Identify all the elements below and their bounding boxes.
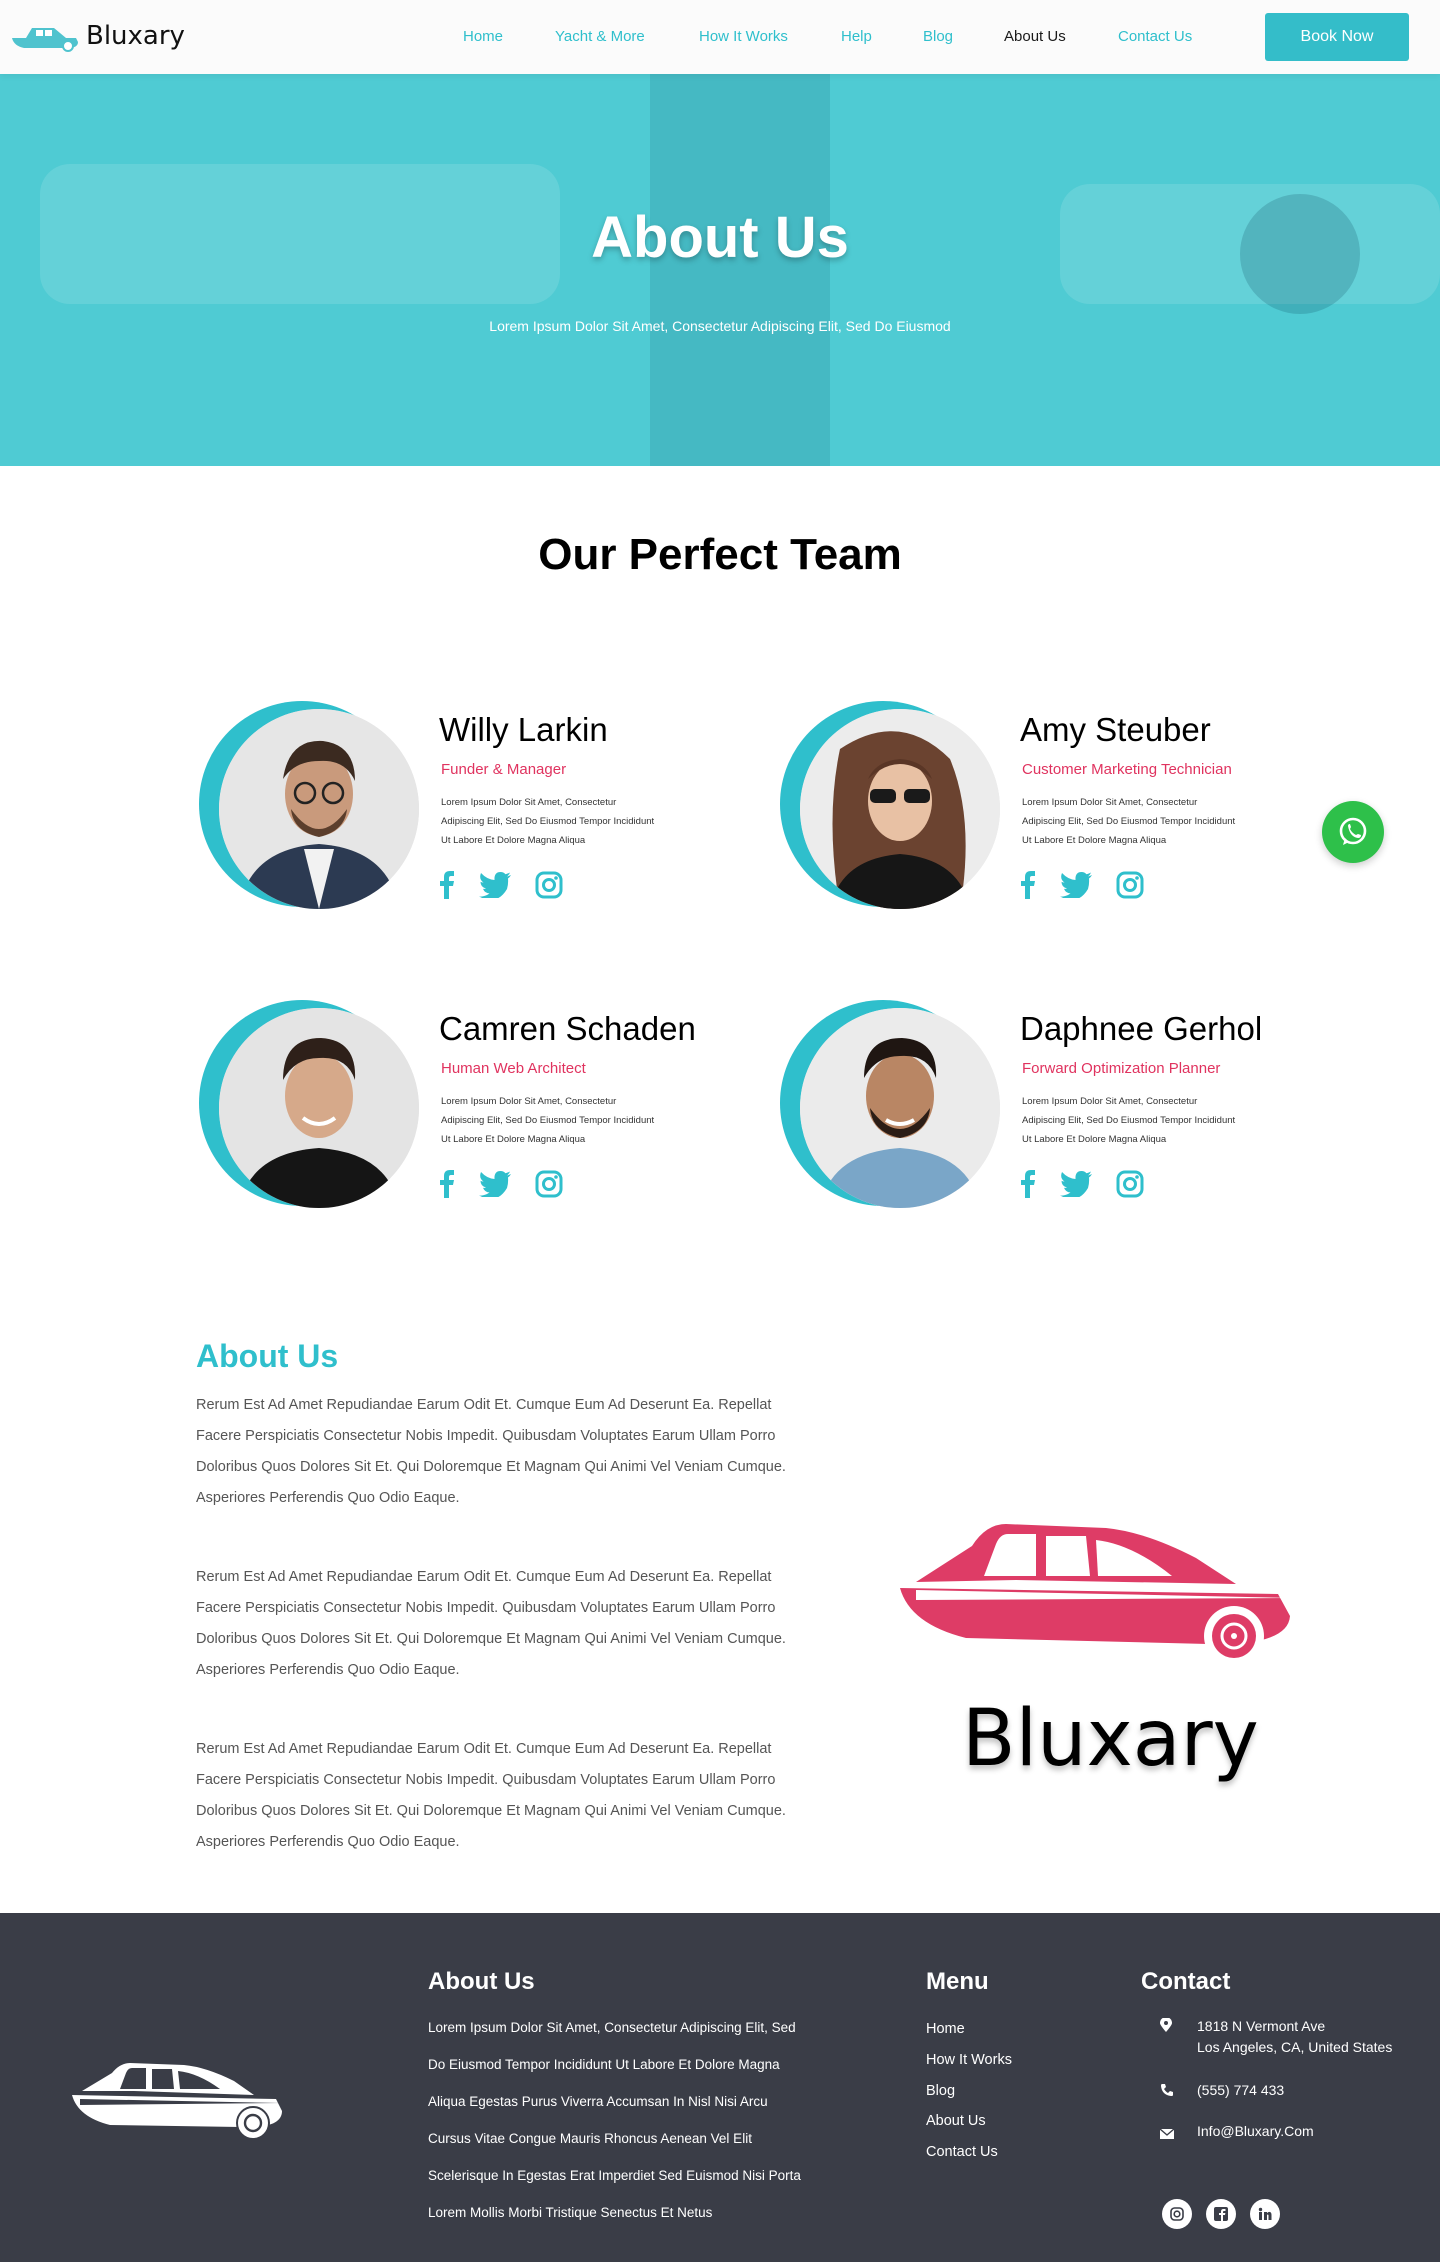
mail-icon (1159, 2126, 1175, 2144)
member-name: Daphnee Gerhol (1020, 1010, 1263, 1047)
instagram-icon[interactable] (535, 871, 563, 904)
location-pin-icon (1160, 2017, 1172, 2037)
member-social (439, 1170, 563, 1203)
nav-links: Home Yacht & More How It Works Help Blog… (0, 0, 1440, 74)
footer: About Us Lorem Ipsum Dolor Sit Amet, Con… (0, 1913, 1440, 2262)
nav-how-it-works[interactable]: How It Works (699, 28, 788, 45)
footer-address-line2: Los Angeles, CA, United States (1197, 2039, 1393, 2055)
top-navbar: Bluxary Home Yacht & More How It Works H… (0, 0, 1440, 74)
member-role: Funder & Manager (441, 761, 567, 778)
member-social (439, 871, 563, 904)
about-brand-text: Bluxary (962, 1694, 1259, 1784)
footer-email[interactable]: Info@Bluxary.Com (1197, 2121, 1314, 2142)
member-name: Willy Larkin (439, 711, 608, 748)
person-avatar-icon (219, 709, 419, 909)
hero-subtitle: Lorem Ipsum Dolor Sit Amet, Consectetur … (489, 318, 951, 334)
nav-contact-us[interactable]: Contact Us (1118, 28, 1192, 45)
team-member-card: Amy Steuber Customer Marketing Technicia… (780, 701, 1300, 911)
footer-phone[interactable]: (555) 774 433 (1197, 2080, 1284, 2101)
footer-contact-title: Contact (1141, 1968, 1231, 1995)
footer-menu-title: Menu (926, 1968, 989, 1995)
about-paragraph: Rerum Est Ad Amet Repudiandae Earum Odit… (196, 1741, 786, 1850)
facebook-icon[interactable] (1020, 871, 1036, 904)
member-description: Lorem Ipsum Dolor Sit Amet, Consectetur … (441, 1096, 655, 1145)
footer-about-line: Scelerisque In Egestas Erat Imperdiet Se… (428, 2168, 801, 2183)
facebook-icon[interactable] (439, 871, 455, 904)
whatsapp-button[interactable] (1322, 801, 1384, 863)
avatar-frame (780, 1000, 1000, 1210)
team-member-card: Camren Schaden Human Web Architect Lorem… (199, 1000, 719, 1210)
footer-about-line: Lorem Mollis Morbi Tristique Senectus Et… (428, 2205, 713, 2220)
yacht-logo-white-icon (72, 2063, 282, 2139)
book-now-button[interactable]: Book Now (1265, 13, 1409, 61)
instagram-icon[interactable] (1116, 871, 1144, 904)
nav-yacht-more[interactable]: Yacht & More (555, 28, 645, 45)
linkedin-icon[interactable] (1250, 2199, 1280, 2229)
member-role: Customer Marketing Technician (1022, 761, 1232, 778)
nav-help[interactable]: Help (841, 28, 872, 45)
avatar (800, 709, 1000, 909)
team-member-card: Willy Larkin Funder & Manager Lorem Ipsu… (199, 701, 719, 911)
member-name: Amy Steuber (1020, 711, 1211, 748)
footer-about-title: About Us (428, 1968, 535, 1995)
avatar-frame (199, 701, 419, 911)
nav-home[interactable]: Home (463, 28, 503, 45)
twitter-icon[interactable] (1060, 1171, 1092, 1202)
person-avatar-icon (800, 709, 1000, 909)
whatsapp-icon (1339, 817, 1367, 845)
instagram-icon[interactable] (1162, 2199, 1192, 2229)
twitter-icon[interactable] (479, 1171, 511, 1202)
about-title: About Us (196, 1338, 339, 1374)
footer-about-line: Lorem Ipsum Dolor Sit Amet, Consectetur … (428, 2020, 796, 2035)
twitter-icon[interactable] (1060, 872, 1092, 903)
hero-banner: About Us Lorem Ipsum Dolor Sit Amet, Con… (0, 74, 1440, 466)
avatar-frame (780, 701, 1000, 911)
person-avatar-icon (219, 1008, 419, 1208)
footer-menu-contact-us[interactable]: Contact Us (926, 2144, 998, 2160)
member-role: Forward Optimization Planner (1022, 1060, 1221, 1077)
footer-about-line: Cursus Vitae Congue Mauris Rhoncus Aenea… (428, 2131, 752, 2146)
instagram-icon[interactable] (535, 1170, 563, 1203)
facebook-icon[interactable] (1206, 2199, 1236, 2229)
twitter-icon[interactable] (479, 872, 511, 903)
avatar (800, 1008, 1000, 1208)
person-avatar-icon (800, 1008, 1000, 1208)
hero-title: About Us (591, 205, 849, 270)
footer-address-line1: 1818 N Vermont Ave (1197, 2018, 1326, 2034)
nav-blog[interactable]: Blog (923, 28, 953, 45)
member-role: Human Web Architect (441, 1060, 586, 1077)
footer-menu-blog[interactable]: Blog (926, 2083, 955, 2099)
member-social (1020, 1170, 1144, 1203)
avatar-frame (199, 1000, 419, 1210)
facebook-icon[interactable] (1020, 1170, 1036, 1203)
footer-menu-home[interactable]: Home (926, 2021, 965, 2037)
member-social (1020, 871, 1144, 904)
instagram-icon[interactable] (1116, 1170, 1144, 1203)
yacht-logo-illustration-icon (900, 1524, 1296, 1666)
footer-menu-about-us[interactable]: About Us (926, 2113, 986, 2129)
footer-menu-how-it-works[interactable]: How It Works (926, 2052, 1012, 2068)
avatar (219, 709, 419, 909)
avatar (219, 1008, 419, 1208)
phone-icon (1160, 2083, 1174, 2102)
about-paragraph: Rerum Est Ad Amet Repudiandae Earum Odit… (196, 1569, 786, 1678)
member-description: Lorem Ipsum Dolor Sit Amet, Consectetur … (441, 797, 655, 846)
team-member-card: Daphnee Gerhol Forward Optimization Plan… (780, 1000, 1300, 1210)
nav-about-us[interactable]: About Us (1004, 28, 1066, 45)
member-description: Lorem Ipsum Dolor Sit Amet, Consectetur … (1022, 1096, 1236, 1145)
footer-about-line: Do Eiusmod Tempor Incididunt Ut Labore E… (428, 2057, 780, 2072)
member-name: Camren Schaden (439, 1010, 696, 1047)
facebook-icon[interactable] (439, 1170, 455, 1203)
footer-about-line: Aliqua Egestas Purus Viverra Accumsan In… (428, 2094, 768, 2109)
team-section-title: Our Perfect Team (538, 530, 902, 579)
member-description: Lorem Ipsum Dolor Sit Amet, Consectetur … (1022, 797, 1236, 846)
about-paragraph: Rerum Est Ad Amet Repudiandae Earum Odit… (196, 1397, 786, 1506)
